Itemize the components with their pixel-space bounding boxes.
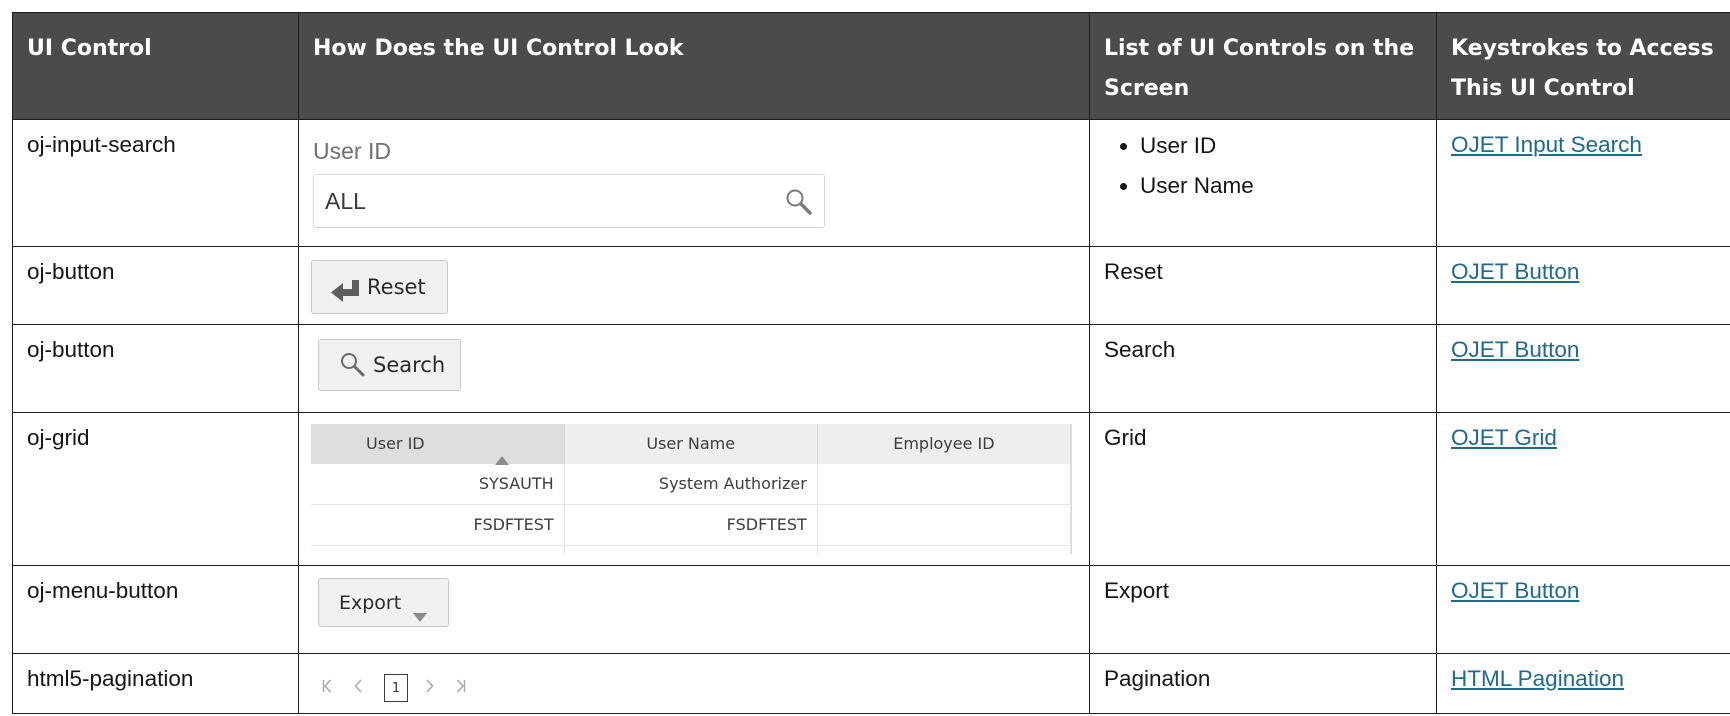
control-name: oj-input-search xyxy=(12,119,299,247)
grid-column-header-user-id[interactable]: User ID xyxy=(311,424,565,465)
controls-list-cell: Reset xyxy=(1089,246,1437,325)
table-row: oj-input-search User ID ALL User ID User… xyxy=(12,119,1730,247)
keystroke-cell: OJET Input Search xyxy=(1436,119,1730,247)
grid-table: User ID User Name Employee ID SYSAUTH Sy… xyxy=(311,424,1071,554)
table-row: html5-pagination 1 Pagination HTML Pagin… xyxy=(12,653,1730,714)
grid-row[interactable]: SYSAUTH System Authorizer xyxy=(311,464,1071,505)
table-header-row: UI Control How Does the UI Control Look … xyxy=(12,12,1730,120)
grid-cell[interactable] xyxy=(817,464,1071,505)
keystroke-link[interactable]: HTML Pagination xyxy=(1451,666,1624,691)
table-row: oj-menu-button Export Export OJET Button xyxy=(12,565,1730,654)
grid-column-header-user-name[interactable]: User Name xyxy=(564,424,818,464)
grid-row[interactable]: FSDFTEST FSDFTEST xyxy=(311,504,1071,546)
list-item: User ID xyxy=(1140,126,1422,166)
controls-list-cell: Search xyxy=(1089,324,1437,413)
controls-list-cell: Pagination xyxy=(1089,653,1437,714)
export-button-label: Export xyxy=(339,591,402,614)
keystroke-link[interactable]: OJET Button xyxy=(1451,578,1579,603)
return-arrow-icon xyxy=(331,276,361,302)
keystroke-cell: OJET Button xyxy=(1436,565,1730,654)
table-row: oj-grid User ID User Name Employee ID SY… xyxy=(12,412,1730,566)
keystroke-cell: HTML Pagination xyxy=(1436,653,1730,714)
last-page-icon[interactable] xyxy=(456,669,466,707)
list-item: User Name xyxy=(1140,166,1422,206)
search-button[interactable]: Search xyxy=(318,339,461,391)
control-look-cell: 1 xyxy=(298,653,1090,714)
grid-cell[interactable]: System Authorizer xyxy=(564,464,818,505)
keystroke-link[interactable]: OJET Button xyxy=(1451,337,1579,362)
page-number-button[interactable]: 1 xyxy=(384,674,408,702)
controls-list-cell: Grid xyxy=(1089,412,1437,566)
grid-column-label: User ID xyxy=(366,434,425,453)
grid-cell[interactable]: FSDFTEST xyxy=(564,504,818,546)
grid-cell[interactable]: FSDFTEST xyxy=(311,504,565,546)
table-row: oj-button Reset Reset OJET Button xyxy=(12,246,1730,325)
sample-data-grid[interactable]: User ID User Name Employee ID SYSAUTH Sy… xyxy=(311,424,1072,554)
grid-row[interactable] xyxy=(311,545,1071,554)
reset-button[interactable]: Reset xyxy=(311,260,448,314)
grid-cell[interactable] xyxy=(817,545,1071,554)
first-page-icon[interactable] xyxy=(322,669,332,707)
keystroke-link[interactable]: OJET Grid xyxy=(1451,425,1557,450)
controls-list-cell: User ID User Name xyxy=(1089,119,1437,247)
control-name: oj-button xyxy=(12,246,299,325)
control-name: oj-button xyxy=(12,324,299,413)
pagination-control: 1 xyxy=(322,669,1075,707)
header-ui-control: UI Control xyxy=(12,12,299,120)
grid-cell[interactable] xyxy=(817,504,1071,546)
reset-button-label: Reset xyxy=(367,275,426,299)
control-look-cell: Reset xyxy=(298,246,1090,325)
control-name: html5-pagination xyxy=(12,653,299,714)
user-id-value: ALL xyxy=(325,188,366,214)
search-button-label: Search xyxy=(373,353,446,377)
grid-cell[interactable] xyxy=(311,545,565,554)
grid-cell[interactable] xyxy=(564,545,818,554)
header-keystrokes: Keystrokes to Access This UI Control xyxy=(1436,12,1730,120)
control-look-cell: Search xyxy=(298,324,1090,413)
keystroke-link[interactable]: OJET Input Search xyxy=(1451,132,1642,157)
ui-controls-table: UI Control How Does the UI Control Look … xyxy=(12,12,1730,714)
control-look-cell: Export xyxy=(298,565,1090,654)
keystroke-cell: OJET Button xyxy=(1436,324,1730,413)
sort-ascending-icon[interactable] xyxy=(494,440,509,465)
grid-header-row: User ID User Name Employee ID xyxy=(311,424,1071,465)
user-id-search-input[interactable]: ALL xyxy=(313,174,825,228)
previous-page-icon[interactable] xyxy=(354,669,362,707)
header-controls-list: List of UI Controls on the Screen xyxy=(1089,12,1437,120)
control-look-cell: User ID ALL xyxy=(298,119,1090,247)
header-control-look: How Does the UI Control Look xyxy=(298,12,1090,120)
keystroke-cell: OJET Button xyxy=(1436,246,1730,325)
control-name: oj-grid xyxy=(12,412,299,566)
controls-bullet-list: User ID User Name xyxy=(1104,126,1422,206)
keystroke-link[interactable]: OJET Button xyxy=(1451,259,1579,284)
user-id-label: User ID xyxy=(313,138,391,164)
keystroke-cell: OJET Grid xyxy=(1436,412,1730,566)
search-icon xyxy=(339,351,367,379)
grid-column-header-employee-id[interactable]: Employee ID xyxy=(817,424,1071,464)
grid-cell[interactable]: SYSAUTH xyxy=(311,464,565,505)
control-look-cell: User ID User Name Employee ID SYSAUTH Sy… xyxy=(298,412,1090,566)
search-icon[interactable] xyxy=(784,187,816,217)
table-row: oj-button Search Search OJET Button xyxy=(12,324,1730,413)
control-name: oj-menu-button xyxy=(12,565,299,654)
controls-list-cell: Export xyxy=(1089,565,1437,654)
export-menu-button[interactable]: Export xyxy=(318,578,449,627)
caret-down-icon xyxy=(413,598,428,622)
next-page-icon[interactable] xyxy=(426,669,434,707)
